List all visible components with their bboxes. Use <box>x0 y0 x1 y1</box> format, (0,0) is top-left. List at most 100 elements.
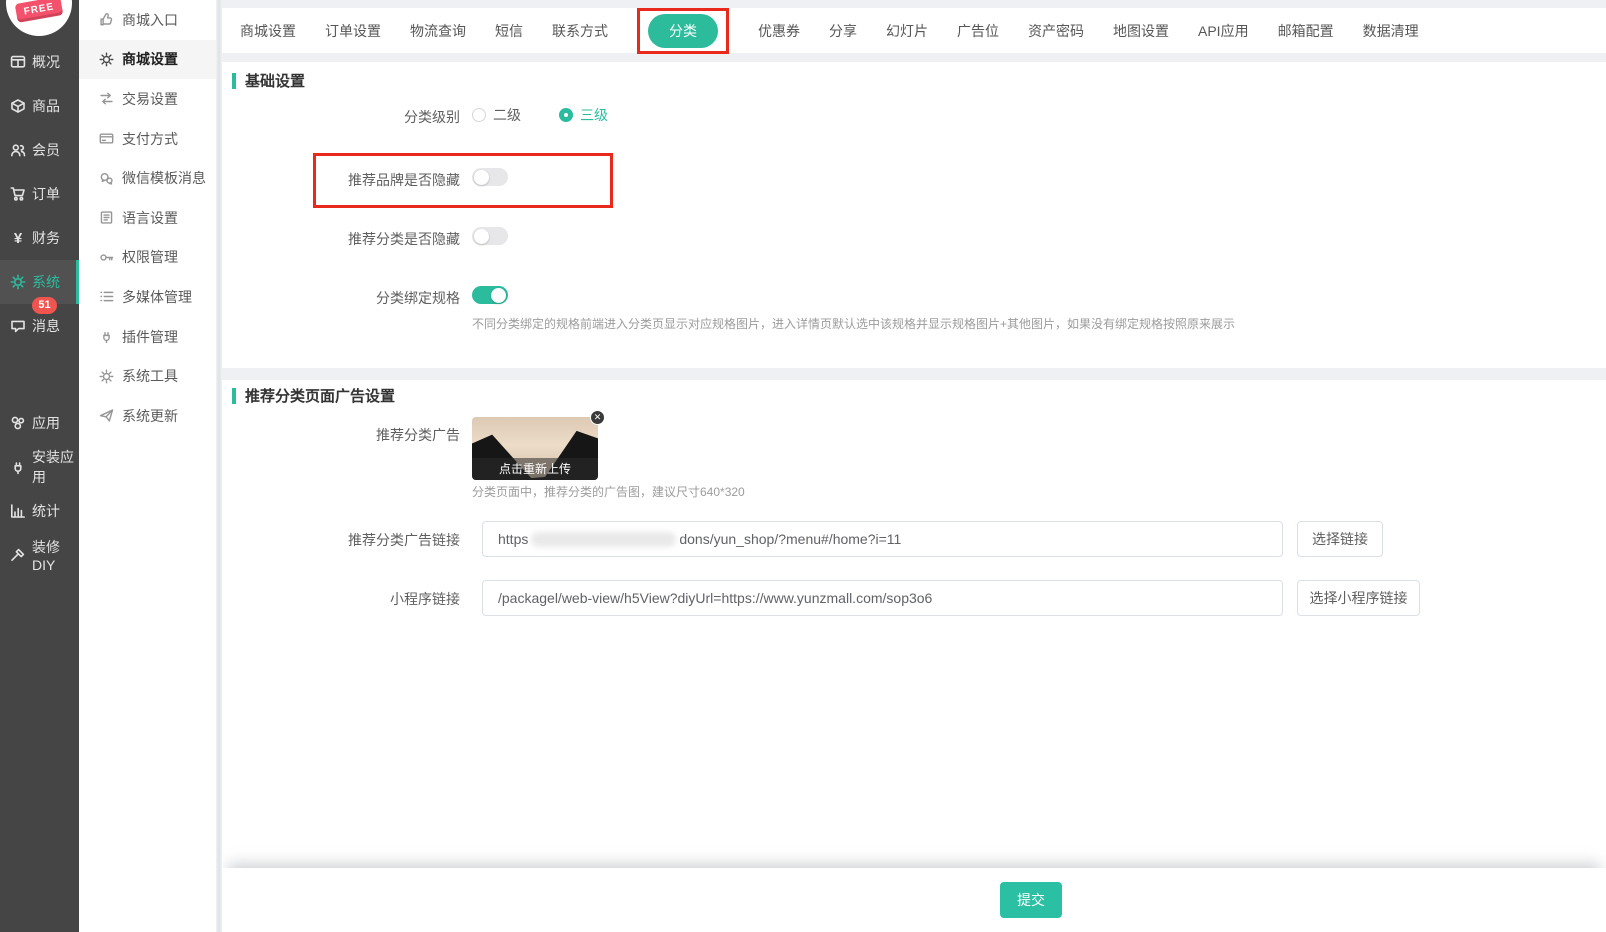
submenu-item-mall-settings[interactable]: 商城设置 <box>79 40 216 80</box>
submit-button[interactable]: 提交 <box>1000 882 1062 918</box>
main-content: 商城设置 订单设置 物流查询 短信 联系方式 分类 优惠券 分享 幻灯片 广告位… <box>222 0 1606 932</box>
submenu-item-label: 商城入口 <box>122 10 178 30</box>
submenu-item-label: 系统更新 <box>122 406 178 426</box>
tab-coupon[interactable]: 优惠券 <box>758 21 800 41</box>
sidebar-item-messages[interactable]: 消息 51 <box>0 304 79 348</box>
hide-category-control <box>472 227 508 245</box>
sidebar-item-label: 商品 <box>32 96 60 116</box>
radio-level-two-label[interactable]: 二级 <box>493 105 521 125</box>
bind-spec-hint: 不同分类绑定的规格前端进入分类页显示对应规格图片，进入详情页默认选中该规格并显示… <box>472 315 1235 332</box>
submenu-item-plugins[interactable]: 插件管理 <box>79 317 216 357</box>
bind-spec-control <box>472 286 508 304</box>
hammer-icon <box>10 547 26 563</box>
dashboard-icon <box>10 54 26 70</box>
plug-icon <box>99 329 114 344</box>
sidebar-item-overview[interactable]: 概况 <box>0 40 79 84</box>
submenu-item-label: 交易设置 <box>122 89 178 109</box>
sidebar-item-goods[interactable]: 商品 <box>0 84 79 128</box>
sidebar-item-decorate-diy[interactable]: 装修DIY <box>0 533 79 577</box>
submenu-item-media[interactable]: 多媒体管理 <box>79 277 216 317</box>
mini-link-label: 小程序链接 <box>222 589 460 609</box>
section-header-ad: 推荐分类页面广告设置 <box>232 385 395 406</box>
section-accent-bar <box>232 388 236 404</box>
sidebar-item-members[interactable]: 会员 <box>0 128 79 172</box>
credit-card-icon <box>99 131 114 146</box>
tab-logistics-query[interactable]: 物流查询 <box>410 21 466 41</box>
submenu-item-payment-methods[interactable]: 支付方式 <box>79 119 216 159</box>
sidebar-item-finance[interactable]: ¥ 财务 <box>0 216 79 260</box>
sidebar-item-label: 应用 <box>32 413 60 433</box>
tab-mall-settings[interactable]: 商城设置 <box>240 21 296 41</box>
package-icon <box>10 98 26 114</box>
ad-image-upload[interactable]: 点击重新上传 ✕ <box>472 417 598 480</box>
sidebar-item-orders[interactable]: 订单 <box>0 172 79 216</box>
tab-slideshow[interactable]: 幻灯片 <box>886 21 928 41</box>
section-accent-bar <box>232 73 236 89</box>
submenu-item-permission[interactable]: 权限管理 <box>79 238 216 278</box>
ad-link-input[interactable]: https dons/yun_shop/?menu#/home?i=11 <box>482 521 1283 557</box>
tab-map-settings[interactable]: 地图设置 <box>1113 21 1169 41</box>
plug-icon <box>10 459 26 475</box>
choose-link-button[interactable]: 选择链接 <box>1297 521 1383 557</box>
tab-category-active[interactable]: 分类 <box>648 14 718 48</box>
bind-spec-toggle[interactable] <box>472 286 508 304</box>
submenu-item-label: 微信模板消息 <box>122 168 206 188</box>
submenu-item-system-update[interactable]: 系统更新 <box>79 396 216 436</box>
submenu-item-trade-settings[interactable]: 交易设置 <box>79 79 216 119</box>
sidebar-item-label: 会员 <box>32 140 60 160</box>
tab-ad-slot[interactable]: 广告位 <box>957 21 999 41</box>
submenu-item-mall-entry[interactable]: 商城入口 <box>79 0 216 40</box>
bar-chart-icon <box>10 503 26 519</box>
book-icon <box>99 210 114 225</box>
ad-link-value-suffix: dons/yun_shop/?menu#/home?i=11 <box>679 531 901 547</box>
tab-data-cleanup[interactable]: 数据清理 <box>1363 21 1419 41</box>
section-title: 推荐分类页面广告设置 <box>245 385 395 406</box>
tab-mail-config[interactable]: 邮箱配置 <box>1278 21 1334 41</box>
sidebar-item-label: 消息 51 <box>32 316 60 336</box>
submenu-item-label: 语言设置 <box>122 208 178 228</box>
ad-image-hint: 分类页面中，推荐分类的广告图，建议尺寸640*320 <box>472 483 745 500</box>
hide-brand-label: 推荐品牌是否隐藏 <box>222 170 460 190</box>
category-level-label: 分类级别 <box>222 107 460 127</box>
sidebar-content-divider <box>216 0 222 932</box>
gear-icon <box>99 52 114 67</box>
sidebar-item-label: 订单 <box>32 184 60 204</box>
sidebar-item-label: 财务 <box>32 228 60 248</box>
apps-cluster-icon <box>10 415 26 431</box>
sidebar-item-install-apps[interactable]: 安装应用 <box>0 445 79 489</box>
choose-mini-link-button[interactable]: 选择小程序链接 <box>1297 580 1420 616</box>
key-icon <box>99 250 114 265</box>
exchange-arrows-icon <box>99 91 114 106</box>
close-icon[interactable]: ✕ <box>590 410 605 425</box>
people-icon <box>10 142 26 158</box>
tab-contact[interactable]: 联系方式 <box>552 21 608 41</box>
free-badge: FREE <box>15 0 64 23</box>
sidebar-item-apps[interactable]: 应用 <box>0 401 79 445</box>
submenu-item-system-tools[interactable]: 系统工具 <box>79 356 216 396</box>
ad-link-value-prefix: https <box>498 531 528 547</box>
tab-asset-password[interactable]: 资产密码 <box>1028 21 1084 41</box>
radio-level-three-label[interactable]: 三级 <box>580 105 608 125</box>
submenu-item-label: 多媒体管理 <box>122 287 192 307</box>
tab-api-app[interactable]: API应用 <box>1198 21 1249 41</box>
submenu-item-label: 系统工具 <box>122 366 178 386</box>
reupload-overlay: 点击重新上传 <box>472 458 598 480</box>
radio-level-two[interactable] <box>472 108 486 122</box>
basic-settings-card: 基础设置 分类级别 二级 三级 推荐品牌是否隐藏 推荐分类是否隐藏 分类绑定规格… <box>222 62 1606 368</box>
hide-category-label: 推荐分类是否隐藏 <box>222 229 460 249</box>
submenu-item-language-settings[interactable]: 语言设置 <box>79 198 216 238</box>
tab-sms[interactable]: 短信 <box>495 21 523 41</box>
radio-level-three-checked[interactable] <box>559 108 573 122</box>
tab-share[interactable]: 分享 <box>829 21 857 41</box>
mini-link-input[interactable] <box>482 580 1283 616</box>
sidebar-item-statistics[interactable]: 统计 <box>0 489 79 533</box>
hide-brand-toggle[interactable] <box>472 168 508 186</box>
submenu-item-wechat-template[interactable]: 微信模板消息 <box>79 158 216 198</box>
ad-settings-card: 推荐分类页面广告设置 推荐分类广告 点击重新上传 ✕ 分类页面中，推荐分类的广告… <box>222 380 1606 932</box>
hide-category-toggle[interactable] <box>472 227 508 245</box>
sidebar-item-label: 安装应用 <box>32 447 79 487</box>
ad-link-label: 推荐分类广告链接 <box>222 530 460 550</box>
tab-order-settings[interactable]: 订单设置 <box>325 21 381 41</box>
cart-icon <box>10 186 26 202</box>
section-title: 基础设置 <box>245 70 305 91</box>
